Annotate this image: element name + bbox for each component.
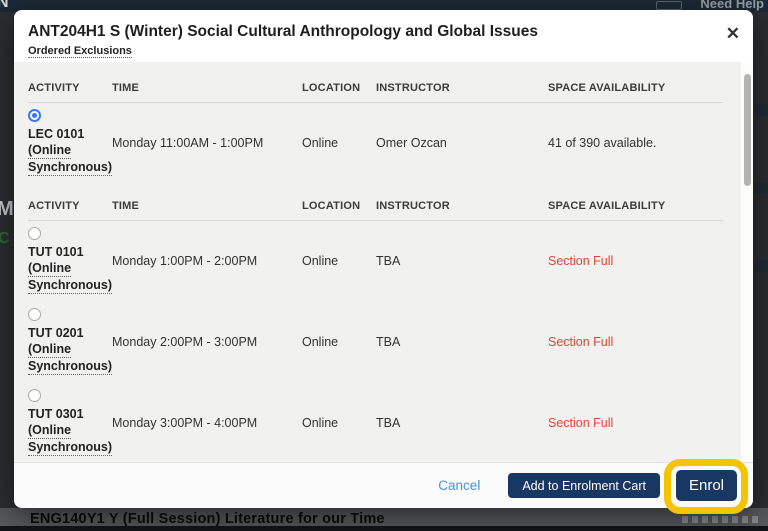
time-cell: Monday 11:00AM - 1:00PM xyxy=(112,135,264,150)
location-cell: Online xyxy=(302,334,339,349)
table-row: LEC 0101 (Online Synchronous) Monday 11:… xyxy=(28,109,723,176)
acorn-logo-fragment: N xyxy=(0,0,9,11)
enrol-button[interactable]: Enrol xyxy=(676,470,737,501)
table-row: TUT 0101 (Online Synchronous) Monday 1:0… xyxy=(28,227,723,294)
column-header-instructor: INSTRUCTOR xyxy=(376,200,450,212)
availability-cell: Section Full xyxy=(548,334,614,349)
activity-mode-link[interactable]: Synchronous) xyxy=(28,159,113,176)
column-header-time: TIME xyxy=(112,82,140,94)
table-row: TUT 0201 (Online Synchronous) Monday 2:0… xyxy=(28,308,723,375)
availability-cell: Section Full xyxy=(548,415,614,430)
background-faint-text xyxy=(682,516,758,523)
modal-footer: Cancel Add to Enrolment Cart Enrol xyxy=(14,462,753,508)
add-to-enrolment-cart-button[interactable]: Add to Enrolment Cart xyxy=(508,473,660,498)
availability-cell: 41 of 390 available. xyxy=(548,135,657,150)
radio-tut-0101[interactable] xyxy=(28,227,41,240)
activity-cell: TUT 0101 (Online Synchronous) xyxy=(28,227,113,294)
column-header-activity: ACTIVITY xyxy=(28,82,80,94)
close-icon[interactable]: ✕ xyxy=(726,25,740,42)
column-header-time: TIME xyxy=(112,200,140,212)
column-header-location: LOCATION xyxy=(302,82,361,94)
background-course-list-strip: ENG140Y1 Y (Full Session) Literature for… xyxy=(0,508,768,531)
activity-code: TUT 0101 xyxy=(28,245,84,259)
activity-mode-link[interactable]: Synchronous) xyxy=(28,439,113,456)
column-header-space: SPACE AVAILABILITY xyxy=(548,200,666,212)
time-cell: Monday 3:00PM - 4:00PM xyxy=(112,415,258,430)
crest-icon xyxy=(656,1,682,10)
table-row: TUT 0301 (Online Synchronous) Monday 3:0… xyxy=(28,389,723,456)
radio-tut-0201[interactable] xyxy=(28,308,41,321)
course-enrolment-modal: ANT204H1 S (Winter) Social Cultural Anth… xyxy=(14,10,753,508)
instructor-cell: TBA xyxy=(376,415,401,430)
sections-table: ACTIVITY TIME LOCATION INSTRUCTOR SPACE … xyxy=(14,62,753,462)
activity-cell: LEC 0101 (Online Synchronous) xyxy=(28,109,113,176)
location-cell: Online xyxy=(302,253,339,268)
table-header-row: ACTIVITY TIME LOCATION INSTRUCTOR SPACE … xyxy=(28,62,723,94)
activity-mode-link[interactable]: Synchronous) xyxy=(28,277,113,294)
location-cell: Online xyxy=(302,415,339,430)
radio-lec-0101[interactable] xyxy=(28,109,41,122)
table-header-row: ACTIVITY TIME LOCATION INSTRUCTOR SPACE … xyxy=(28,176,723,212)
activity-code: LEC 0101 xyxy=(28,127,85,141)
time-cell: Monday 1:00PM - 2:00PM xyxy=(112,253,258,268)
activity-mode-link[interactable]: (Online xyxy=(28,142,72,159)
background-row-divider xyxy=(753,104,768,116)
activity-code: TUT 0201 xyxy=(28,326,84,340)
column-header-activity: ACTIVITY xyxy=(28,200,80,212)
cancel-link[interactable]: Cancel xyxy=(438,478,480,493)
time-cell: Monday 2:00PM - 3:00PM xyxy=(112,334,258,349)
instructor-cell: TBA xyxy=(376,253,401,268)
column-header-space: SPACE AVAILABILITY xyxy=(548,82,666,94)
background-text-fragment: C xyxy=(0,230,10,247)
background-dark-bar xyxy=(0,526,768,531)
course-title: ANT204H1 S (Winter) Social Cultural Anth… xyxy=(28,23,538,40)
background-row-divider xyxy=(753,260,768,272)
activity-mode-link[interactable]: (Online xyxy=(28,422,72,439)
header-divider xyxy=(28,102,723,103)
activity-mode-link[interactable]: (Online xyxy=(28,260,72,277)
header-divider xyxy=(28,220,723,221)
activity-cell: TUT 0301 (Online Synchronous) xyxy=(28,389,113,456)
modal-header: ANT204H1 S (Winter) Social Cultural Anth… xyxy=(14,10,753,62)
instructor-cell: Omer Ozcan xyxy=(376,135,447,150)
column-header-instructor: INSTRUCTOR xyxy=(376,82,450,94)
background-text-fragment: M xyxy=(0,198,14,220)
radio-tut-0301[interactable] xyxy=(28,389,41,402)
column-header-location: LOCATION xyxy=(302,200,361,212)
availability-cell: Section Full xyxy=(548,253,614,268)
activity-mode-link[interactable]: Synchronous) xyxy=(28,358,113,375)
scrollbar-thumb[interactable] xyxy=(744,74,751,186)
ordered-exclusions-link[interactable]: Ordered Exclusions xyxy=(28,45,132,58)
activity-mode-link[interactable]: (Online xyxy=(28,341,72,358)
instructor-cell: TBA xyxy=(376,334,401,349)
location-cell: Online xyxy=(302,135,339,150)
background-row-divider xyxy=(753,182,768,194)
background-course-title: ENG140Y1 Y (Full Session) Literature for… xyxy=(30,511,385,527)
activity-code: TUT 0301 xyxy=(28,407,84,421)
activity-cell: TUT 0201 (Online Synchronous) xyxy=(28,308,113,375)
scrollbar-track[interactable] xyxy=(741,62,753,462)
